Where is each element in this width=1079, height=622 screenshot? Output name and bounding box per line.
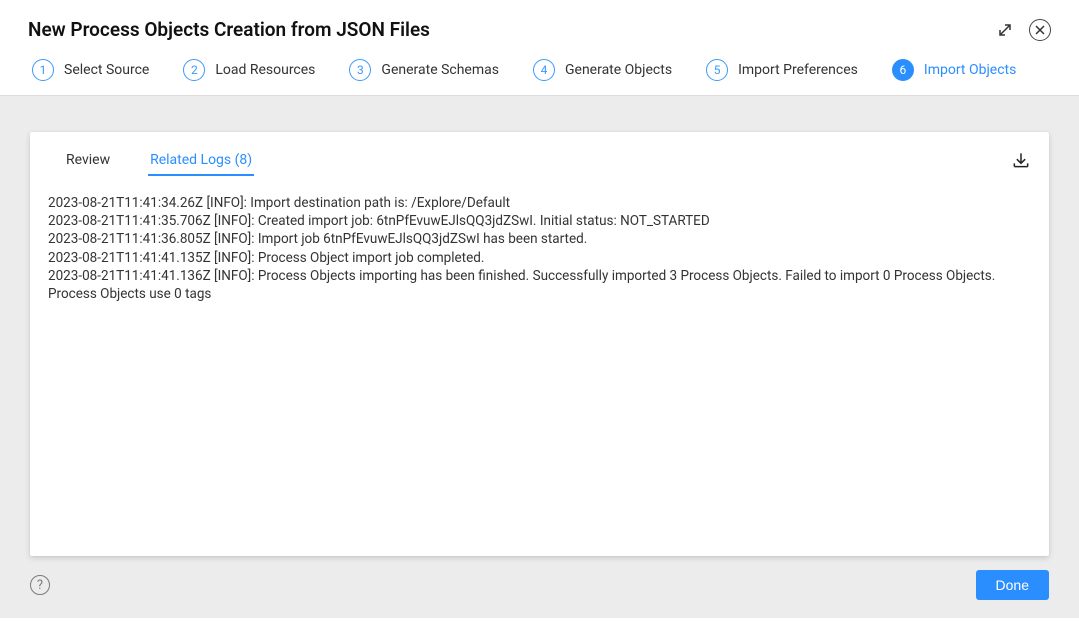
tabs: Review Related Logs (8) [48, 148, 254, 176]
step-number: 2 [183, 59, 205, 81]
step-label: Import Objects [924, 62, 1016, 78]
step-3[interactable]: 3 Generate Schemas [349, 59, 499, 81]
step-number: 4 [533, 59, 555, 81]
step-2[interactable]: 2 Load Resources [183, 59, 315, 81]
tab-related-logs[interactable]: Related Logs (8) [148, 148, 254, 176]
step-4[interactable]: 4 Generate Objects [533, 59, 672, 81]
step-number: 1 [32, 59, 54, 81]
header-actions [995, 19, 1051, 41]
step-number: 3 [349, 59, 371, 81]
log-line: 2023-08-21T11:41:34.26Z [INFO]: Import d… [48, 194, 1031, 212]
step-number: 5 [706, 59, 728, 81]
log-content: 2023-08-21T11:41:34.26Z [INFO]: Import d… [48, 184, 1031, 303]
step-label: Import Preferences [738, 62, 858, 78]
dialog-body: Review Related Logs (8) 2023-08-21T11:41… [0, 96, 1079, 618]
log-line: 2023-08-21T11:41:36.805Z [INFO]: Import … [48, 230, 1031, 248]
close-icon [1029, 19, 1051, 41]
step-label: Select Source [64, 62, 149, 78]
expand-icon[interactable] [995, 20, 1015, 40]
tabs-row: Review Related Logs (8) [48, 148, 1031, 184]
step-label: Generate Schemas [381, 62, 499, 78]
step-label: Load Resources [215, 62, 315, 78]
dialog-footer: ? Done [30, 556, 1049, 600]
dialog-title: New Process Objects Creation from JSON F… [28, 18, 430, 41]
wizard-steps: 1 Select Source 2 Load Resources 3 Generate S… [0, 51, 1079, 96]
tab-review[interactable]: Review [64, 148, 112, 176]
results-panel: Review Related Logs (8) 2023-08-21T11:41… [30, 132, 1049, 556]
step-1[interactable]: 1 Select Source [32, 59, 149, 81]
help-button[interactable]: ? [30, 575, 50, 595]
log-line: 2023-08-21T11:41:41.136Z [INFO]: Process… [48, 267, 1031, 303]
step-6[interactable]: 6 Import Objects [892, 59, 1016, 81]
close-button[interactable] [1029, 19, 1051, 41]
log-line: 2023-08-21T11:41:41.135Z [INFO]: Process… [48, 249, 1031, 267]
help-icon: ? [37, 578, 43, 593]
done-button[interactable]: Done [976, 570, 1049, 600]
step-label: Generate Objects [565, 62, 672, 78]
step-number: 6 [892, 59, 914, 81]
dialog-header: New Process Objects Creation from JSON F… [0, 0, 1079, 51]
log-line: 2023-08-21T11:41:35.706Z [INFO]: Created… [48, 212, 1031, 230]
step-5[interactable]: 5 Import Preferences [706, 59, 858, 81]
download-icon[interactable] [1011, 150, 1031, 174]
